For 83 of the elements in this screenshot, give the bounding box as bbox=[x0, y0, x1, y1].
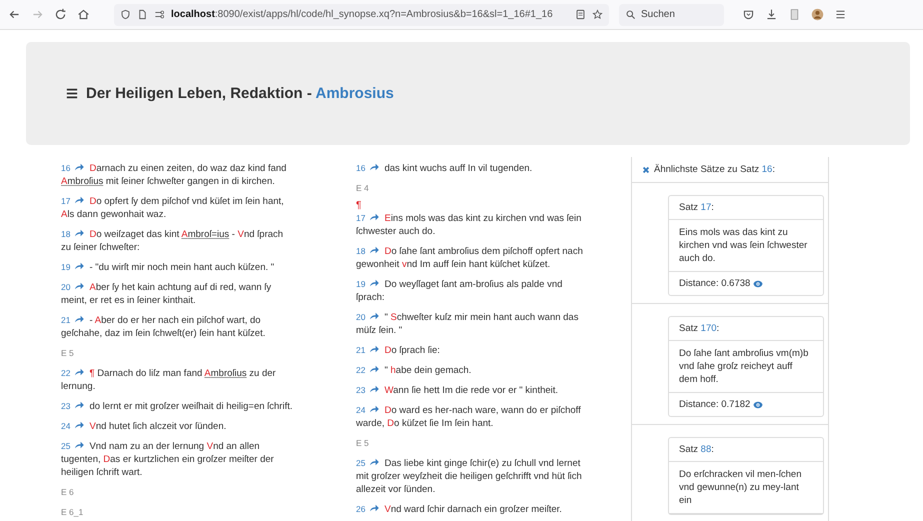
section-marker: E 4 bbox=[356, 182, 370, 195]
share-arrow-icon[interactable] bbox=[369, 163, 380, 171]
sentence-text: 18 Do weiſzaget das kint Ambroſ=ius - Vnd ſprach zu ſeiner ſchweſter: bbox=[61, 228, 284, 254]
sentence-text: 24 Do ward es her-nach ware, wann do er piſchoff warde, Do küſzet ſie Im ſein hant. bbox=[356, 404, 582, 430]
section-marker: E 5 bbox=[356, 437, 370, 450]
share-arrow-icon[interactable] bbox=[369, 312, 380, 320]
connection-icon bbox=[154, 9, 165, 20]
sentence-text: 26 Vnd ward ſchir darnach ein groſzer meiſter. bbox=[356, 503, 563, 516]
sentence-text: 16 Darnach zu einen zeiten, do waz daz kind fand Ambroſius mit ſeiner ſchweſter gangen in di kirchen. bbox=[61, 162, 288, 188]
sentence-text: 24 Vnd hutet ſich alczeit vor ſünden. bbox=[61, 420, 228, 433]
url-text: localhost:8090/exist/apps/hl/code/hl_synopse.xq?n=Ambrosius&b=16&sl=1_16#1_16 bbox=[171, 9, 554, 20]
sentence-text: 19 - "du wirſt mir noch mein hant auch küſzen. " bbox=[61, 261, 276, 274]
share-arrow-icon[interactable] bbox=[74, 315, 84, 323]
sentence-text: 20 " Schweſter kuſz mir mein hant auch wann das müſz ſein. " bbox=[356, 311, 580, 337]
share-arrow-icon[interactable] bbox=[74, 421, 84, 429]
card-heading: Satz 17: bbox=[679, 202, 714, 213]
share-arrow-icon[interactable] bbox=[369, 213, 380, 221]
eye-icon[interactable] bbox=[753, 400, 764, 408]
share-arrow-icon[interactable] bbox=[369, 246, 380, 254]
sentence-link[interactable]: 16 bbox=[762, 164, 772, 175]
pilcrow-mark: ¶ bbox=[356, 200, 362, 212]
share-arrow-icon[interactable] bbox=[74, 163, 84, 171]
share-arrow-icon[interactable] bbox=[369, 279, 380, 287]
avatar-icon[interactable] bbox=[811, 8, 824, 21]
card-text: Do erſchracken vil men-ſchen vnd gewunne(n) zu mey-lant ein bbox=[669, 462, 823, 514]
sentence-text: 21 - Aber do er her nach ein piſchof wart, do geſchahe, daz im ſein ſchweſt(er) ſein hant küſzet. bbox=[61, 314, 266, 340]
sentence-text: 16 das kint wuchs auff In vil tugenden. bbox=[356, 162, 534, 175]
share-arrow-icon[interactable] bbox=[74, 196, 84, 204]
menu-icon[interactable] bbox=[66, 88, 78, 99]
share-arrow-icon[interactable] bbox=[74, 368, 84, 376]
search-icon bbox=[625, 9, 636, 20]
share-arrow-icon[interactable] bbox=[74, 229, 84, 237]
share-arrow-icon[interactable] bbox=[74, 441, 84, 449]
card-heading: Satz 88: bbox=[679, 444, 714, 455]
share-arrow-icon[interactable] bbox=[369, 405, 380, 413]
close-icon[interactable] bbox=[642, 166, 650, 174]
share-arrow-icon[interactable] bbox=[369, 385, 380, 393]
document-icon[interactable] bbox=[788, 8, 801, 21]
card-text: Eins mols was das kint zu kirchen vnd was ſein ſchwester auch do. bbox=[669, 220, 823, 272]
share-arrow-icon[interactable] bbox=[74, 401, 84, 409]
sentence-text: 25 Vnd nam zu an der lernung Vnd an allen tugenten, Das er kurtzlichen ein groſzer meiſter der heiligen ſchrift wart. bbox=[61, 440, 275, 479]
eye-icon[interactable] bbox=[753, 280, 764, 288]
reader-view-icon[interactable] bbox=[575, 9, 586, 20]
section-marker: E 6_1 bbox=[61, 506, 84, 519]
section-marker: E 5 bbox=[61, 347, 75, 360]
address-bar[interactable]: localhost:8090/exist/apps/hl/code/hl_synopse.xq?n=Ambrosius&b=16&sl=1_16#1_16 bbox=[114, 4, 609, 26]
search-field[interactable]: Suchen bbox=[619, 4, 724, 26]
sentence-text: 22 ¶ Darnach do liſz man fand Ambroſius zu der lernung. bbox=[61, 367, 277, 393]
sentence-text: 23 do lernt er mit groſzer weiſhait di heilig=en ſchrift. bbox=[61, 400, 294, 413]
sentence-link[interactable]: 88 bbox=[700, 444, 712, 455]
card-text: Do ſahe ſant ambroſius vm(m)b vnd ſahe groſz reicheyt auff dem hoff. bbox=[669, 341, 823, 393]
sentence-text: 22 " habe dein gemach. bbox=[356, 364, 472, 377]
sentence-text: 18 Do ſahe ſant ambroſius dem piſchoff opfert nach gewonheit vnd Im auff ſein hant küſchet küſzet. bbox=[356, 245, 584, 271]
share-arrow-icon[interactable] bbox=[369, 504, 380, 512]
section-marker: E 6 bbox=[61, 486, 75, 499]
back-icon[interactable] bbox=[8, 8, 21, 21]
distance-text: Distance: 0.7182 bbox=[679, 399, 750, 410]
panel-heading: Ähnlichste Sätze zu Satz 16: bbox=[654, 164, 775, 175]
sentence-text: 21 Do ſprach ſie: bbox=[356, 344, 441, 357]
sentence-text: 25 Das liebe kint ginge ſchir(e) zu ſchull vnd lernet mit groſzer weyſzheit die heiligen geſchrifft vnd hüt ſich allezeit vor ſünden. bbox=[356, 457, 583, 496]
download-icon[interactable] bbox=[765, 8, 778, 21]
sentence-text: 17 Eins mols was das kint zu kirchen vnd was ſein ſchwester auch do. bbox=[356, 212, 582, 238]
home-icon[interactable] bbox=[77, 8, 90, 21]
sentence-text: 23 Wann ſie hett Im die rede vor er " kintheit. bbox=[356, 384, 560, 397]
share-arrow-icon[interactable] bbox=[369, 365, 380, 373]
sentence-text: 17 Do opfert ſy dem piſchof vnd küſet im ſein hant, Als dann gewonhait waz. bbox=[61, 195, 285, 221]
reload-icon[interactable] bbox=[54, 8, 67, 21]
page-icon bbox=[137, 9, 148, 20]
share-arrow-icon[interactable] bbox=[74, 262, 84, 270]
sentence-link[interactable]: 170 bbox=[700, 323, 717, 334]
star-icon[interactable] bbox=[592, 9, 603, 20]
share-arrow-icon[interactable] bbox=[369, 458, 380, 466]
sentence-text: 20 Aber ſy het kain achtung auf di red, wann ſy meint, er ret es in ſeiner kinthait. bbox=[61, 281, 272, 307]
distance-text: Distance: 0.6738 bbox=[679, 278, 750, 289]
share-arrow-icon[interactable] bbox=[369, 345, 380, 353]
pocket-icon[interactable] bbox=[742, 8, 755, 21]
shield-icon bbox=[120, 9, 131, 20]
sentence-link[interactable]: 17 bbox=[700, 202, 712, 213]
share-arrow-icon[interactable] bbox=[74, 282, 84, 290]
page-title: Der Heiligen Leben, Redaktion - Ambrosius bbox=[86, 85, 394, 102]
menu-icon[interactable] bbox=[834, 8, 847, 21]
sentence-text: 19 Do weyſſaget ſant am-broſius als palde vnd ſprach: bbox=[356, 278, 564, 304]
card-heading: Satz 170: bbox=[679, 323, 720, 334]
